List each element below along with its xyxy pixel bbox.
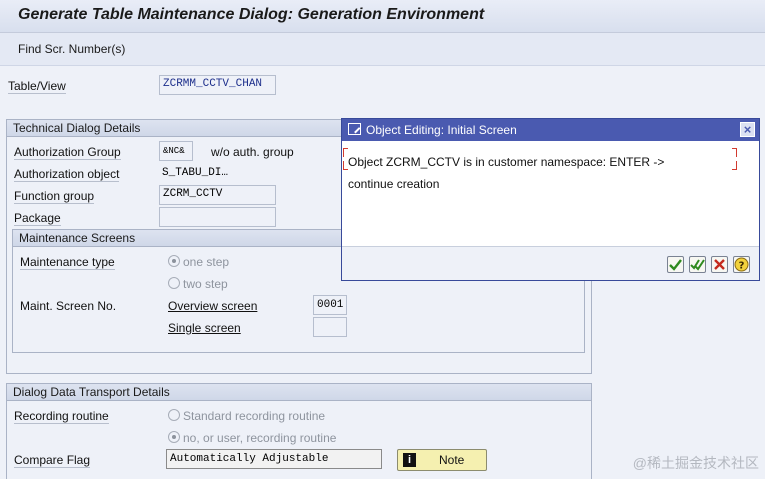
recording-routine-label: Recording routine xyxy=(14,409,109,424)
edit-window-icon xyxy=(348,123,361,135)
authorization-group-field[interactable]: &NC& xyxy=(159,141,193,161)
help-icon[interactable]: ? xyxy=(733,256,750,273)
dialog-title-bar: Object Editing: Initial Screen × xyxy=(342,119,759,141)
continue-check-icon[interactable] xyxy=(667,256,684,273)
standard-recording-label: Standard recording routine xyxy=(183,409,326,423)
function-group-label: Function group xyxy=(14,189,95,204)
svg-text:?: ? xyxy=(739,261,745,272)
cancel-x-icon[interactable] xyxy=(711,256,728,273)
two-step-label: two step xyxy=(183,277,228,291)
dialog-close-icon[interactable]: × xyxy=(740,122,755,137)
single-screen-field[interactable] xyxy=(313,317,347,337)
title-bar: Generate Table Maintenance Dialog: Gener… xyxy=(0,0,765,33)
note-label: Note xyxy=(439,453,465,467)
one-step-radio[interactable] xyxy=(168,255,180,267)
single-screen-link[interactable]: Single screen xyxy=(168,321,241,335)
authorization-object-label: Authorization object xyxy=(14,167,120,182)
maintenance-type-label: Maintenance type xyxy=(20,255,115,270)
bottom-right-corner-mark xyxy=(732,161,737,170)
find-screen-number-button[interactable]: Find Scr. Number(s) xyxy=(18,42,125,56)
maint-screen-no-label: Maint. Screen No. xyxy=(20,299,117,313)
dialog-body: Object ZCRM_CCTV is in customer namespac… xyxy=(342,141,759,257)
object-editing-dialog: Object Editing: Initial Screen × Object … xyxy=(341,118,760,281)
double-check-icon[interactable] xyxy=(689,256,706,273)
standard-recording-radio[interactable] xyxy=(168,409,180,421)
authorization-group-text: w/o auth. group xyxy=(211,145,294,159)
table-view-label: Table/View xyxy=(8,79,66,94)
package-label: Package xyxy=(14,211,61,226)
function-group-field[interactable]: ZCRM_CCTV xyxy=(159,185,276,205)
note-button[interactable]: i Note xyxy=(397,449,487,471)
window-title: Generate Table Maintenance Dialog: Gener… xyxy=(18,6,485,23)
no-user-recording-radio[interactable] xyxy=(168,431,180,443)
authorization-group-label: Authorization Group xyxy=(14,145,121,160)
no-user-recording-label: no, or user, recording routine xyxy=(183,431,337,445)
compare-flag-field[interactable]: Automatically Adjustable xyxy=(166,449,382,469)
info-icon: i xyxy=(403,453,416,467)
watermark-text: @稀土掘金技术社区 xyxy=(632,455,759,471)
overview-screen-link[interactable]: Overview screen xyxy=(168,299,257,313)
one-step-label: one step xyxy=(183,255,230,269)
table-view-field[interactable]: ZCRMM_CCTV_CHAN xyxy=(159,75,276,95)
two-step-radio[interactable] xyxy=(168,277,180,289)
dialog-message-line1: Object ZCRM_CCTV is in customer namespac… xyxy=(348,155,665,169)
compare-flag-label: Compare Flag xyxy=(14,453,91,468)
dialog-button-bar: ? xyxy=(342,246,759,280)
dialog-title: Object Editing: Initial Screen xyxy=(366,123,517,137)
dialog-message-line2: continue creation xyxy=(348,177,440,191)
transport-details-header: Dialog Data Transport Details xyxy=(7,384,591,401)
overview-screen-field[interactable]: 0001 xyxy=(313,295,347,315)
top-right-corner-mark xyxy=(732,148,737,157)
authorization-object-value: S_TABU_DI… xyxy=(162,167,229,179)
application-toolbar: Find Scr. Number(s) xyxy=(0,33,765,66)
package-field[interactable] xyxy=(159,207,276,227)
